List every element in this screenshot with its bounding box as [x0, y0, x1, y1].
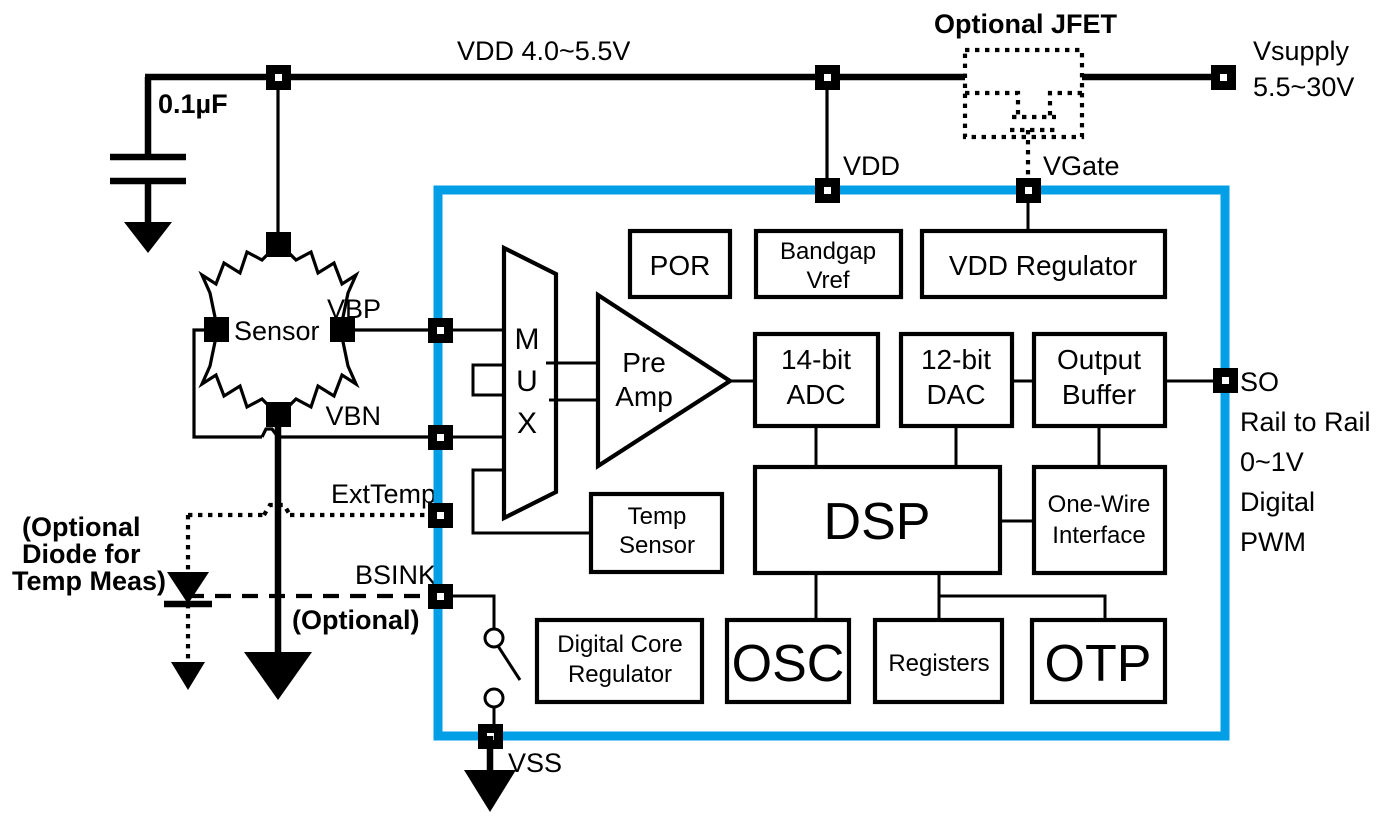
- preamp-label-1: Pre: [622, 347, 666, 378]
- block-dac[interactable]: 12-bit DAC: [898, 331, 1015, 429]
- block-mux[interactable]: M U X: [501, 244, 559, 522]
- pad-vdd-hole: [824, 187, 831, 194]
- vsupply-pad-hole: [1220, 74, 1227, 81]
- vdd-bridge-junction: [266, 65, 291, 238]
- cap-label: 0.1µF: [158, 89, 228, 119]
- pad-vbn-hole: [437, 434, 444, 441]
- vdd-pin-label: VDD: [843, 151, 900, 181]
- diode-note-line1: (Optional: [22, 512, 140, 542]
- mux-letter-u: U: [516, 365, 538, 398]
- block-diagram: 0.1µF VDD 4.0~5.5V VDD Optional JFET VGa…: [0, 0, 1386, 821]
- vdd-supply-rail: [144, 73, 1228, 157]
- block-dsp[interactable]: DSP: [752, 464, 1003, 576]
- jfet-drain-lead: [965, 90, 1021, 117]
- block-onewire[interactable]: One-Wire Interface: [1031, 464, 1168, 576]
- block-digital-core-regulator[interactable]: Digital Core Regulator: [534, 617, 705, 705]
- block-temp-sensor[interactable]: Temp Sensor: [588, 491, 725, 575]
- pad-exttemp-hole: [437, 512, 444, 519]
- tempsens-label-1: Temp: [628, 503, 687, 530]
- jfet-dotted-box: [962, 47, 1085, 140]
- jfet-title: Optional JFET: [934, 9, 1118, 39]
- ground-arrow-bridge: [244, 652, 312, 700]
- vsupply-terminal: [1211, 65, 1236, 90]
- pin-label-bsink: BSINK: [355, 560, 436, 590]
- bridge-node-left: [204, 317, 229, 342]
- ground-arrow-diode: [171, 662, 205, 690]
- digcore-label-1: Digital Core: [557, 631, 682, 658]
- jfet-source-lead: [1047, 90, 1082, 117]
- adc-label-1: 14-bit: [781, 344, 851, 375]
- block-output-buffer[interactable]: Output Buffer: [1031, 331, 1168, 429]
- block-otp[interactable]: OTP: [1029, 617, 1168, 705]
- vsupply-label-2: 5.5~30V: [1253, 72, 1354, 102]
- so-label-2: Rail to Rail: [1240, 407, 1371, 437]
- dsp-label: DSP: [824, 493, 931, 551]
- adc-label-2: ADC: [786, 379, 845, 410]
- vdd-chip-junction: [815, 65, 840, 190]
- pad-bsink-hole: [437, 593, 444, 600]
- outbuf-label-2: Buffer: [1062, 379, 1136, 410]
- diode-triangle: [167, 572, 209, 604]
- dac-label-2: DAC: [926, 379, 985, 410]
- pin-label-exttemp: ExtTemp: [331, 479, 436, 509]
- so-label-4: Digital: [1240, 487, 1315, 517]
- vsupply-label-1: Vsupply: [1253, 36, 1350, 66]
- pad-vbp-hole: [437, 327, 444, 334]
- onewire-label-1: One-Wire: [1048, 491, 1151, 518]
- outbuf-label-1: Output: [1057, 344, 1141, 375]
- bandgap-label-1: Bandgap: [780, 238, 876, 265]
- registers-to-otp-bus: [939, 594, 1107, 620]
- block-bandgap[interactable]: Bandgap Vref: [753, 228, 904, 300]
- sensor-label: Sensor: [234, 316, 320, 346]
- so-label-5: PWM: [1240, 527, 1306, 557]
- bridge-resistor-lower-right: [284, 336, 360, 411]
- block-preamp[interactable]: Pre Amp: [595, 291, 734, 470]
- onewire-body[interactable]: [1031, 464, 1168, 576]
- otp-label: OTP: [1045, 635, 1152, 693]
- mux-letter-m: M: [515, 323, 540, 356]
- pin-label-vbp: VBP: [327, 294, 381, 324]
- mux-letter-x: X: [517, 407, 537, 440]
- block-osc[interactable]: OSC: [724, 617, 852, 705]
- pad-so-hole: [1222, 377, 1229, 384]
- pin-label-vbn: VBN: [325, 401, 381, 431]
- pad-vgate-hole: [1025, 187, 1032, 194]
- bsink-switch-contact-top: [483, 627, 505, 649]
- bsink-optional-note: (Optional): [292, 605, 419, 635]
- preamp-label-2: Amp: [615, 381, 673, 412]
- por-label: POR: [650, 250, 711, 281]
- block-vdd-regulator[interactable]: VDD Regulator: [919, 228, 1168, 300]
- osc-label: OSC: [732, 635, 845, 693]
- block-adc[interactable]: 14-bit ADC: [752, 331, 881, 429]
- onewire-label-2: Interface: [1052, 522, 1145, 549]
- ground-arrow-cap: [124, 222, 172, 253]
- optional-temp-diode: [164, 515, 212, 690]
- bsink-switch-blade: [496, 645, 522, 681]
- bridge-resistor-upper-left: [198, 248, 274, 323]
- registers-label: Registers: [888, 650, 989, 677]
- node-pad-hole: [275, 74, 282, 81]
- bsink-switch: [453, 594, 522, 733]
- dac-label-1: 12-bit: [921, 344, 991, 375]
- block-registers[interactable]: Registers: [872, 617, 1005, 705]
- so-label-3: 0~1V: [1240, 447, 1304, 477]
- vddreg-label: VDD Regulator: [949, 250, 1137, 281]
- bsink-switch-contact-bottom: [483, 687, 505, 709]
- vdd-rail-label: VDD 4.0~5.5V: [457, 36, 630, 66]
- vgate-pin-label: VGate: [1043, 151, 1120, 181]
- bsink-switch-top-lead: [453, 594, 496, 632]
- decoupling-capacitor: [110, 153, 186, 253]
- tempsens-label-2: Sensor: [619, 532, 695, 559]
- so-label-1: SO: [1240, 367, 1279, 397]
- vss-label: VSS: [508, 748, 562, 778]
- bandgap-label-2: Vref: [806, 267, 849, 294]
- diode-note-line3: Temp Meas): [12, 566, 166, 596]
- bridge-resistor-lower-left: [198, 336, 274, 411]
- digcore-label-2: Regulator: [568, 661, 672, 688]
- schematic-canvas: 0.1µF VDD 4.0~5.5V VDD Optional JFET VGa…: [12, 9, 1371, 812]
- node-pad-hole: [824, 74, 831, 81]
- mux-stub-loop: [471, 363, 504, 397]
- diode-note-line2: Diode for: [22, 539, 141, 569]
- block-por[interactable]: POR: [627, 228, 733, 300]
